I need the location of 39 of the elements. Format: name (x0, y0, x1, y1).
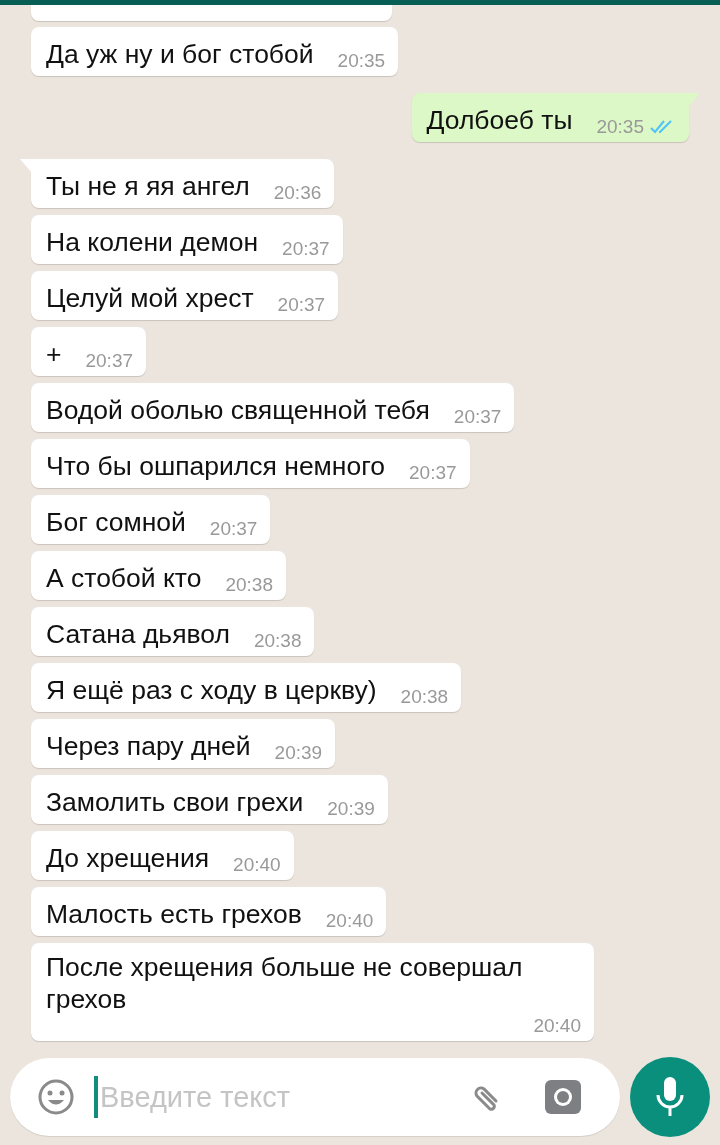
message-time: 20:38 (253, 630, 302, 652)
message-text: Малость есть грехов (46, 898, 302, 930)
message-text: Ты не я яя ангел (46, 170, 250, 202)
message-input[interactable]: Введите текст (10, 1058, 620, 1136)
message-time: 20:39 (274, 742, 323, 764)
message-text: Да уж ну и бог стобой (46, 38, 314, 70)
message-time: 20:38 (225, 574, 273, 596)
message-time: 20:37 (409, 462, 457, 484)
message-time: 20:40 (233, 854, 281, 876)
message-text: А стобой кто (46, 562, 202, 594)
message-time: 20:38 (400, 686, 449, 708)
message-time: 20:40 (533, 1015, 581, 1037)
message-time: 20:37 (85, 350, 134, 372)
message-time: 20:37 (453, 406, 502, 428)
message-text: Что бы ошпарился немного (46, 450, 386, 482)
message-text: Водой оболью священной тебя (46, 394, 430, 426)
message-time: 20:36 (273, 182, 322, 204)
message-text: Бог сомной (46, 506, 186, 538)
message-text: После хрещения больше не совершал грехов (46, 951, 524, 1015)
message-time: 20:35 (596, 116, 644, 138)
message-text: Я ещё раз с ходу в церкву) (46, 674, 377, 706)
message-text: До хрещения (46, 842, 210, 874)
message-text: Через пару дней (46, 730, 251, 762)
message-time: 20:39 (327, 798, 375, 820)
message-text: + (46, 338, 62, 370)
message-time: 20:37 (282, 238, 330, 260)
message-text: Замолить свои грехи (46, 786, 304, 818)
camera-icon[interactable] (544, 1079, 582, 1115)
input-placeholder: Введите текст (100, 1080, 292, 1114)
emoji-icon[interactable] (36, 1077, 76, 1117)
message-time: 20:37 (209, 518, 258, 540)
message-text: Сатана дьявол (46, 618, 230, 650)
microphone-icon (655, 1075, 685, 1119)
message-time: 20:37 (277, 294, 326, 316)
message-text: Долбоеб ты (426, 104, 573, 136)
message-time: 20:35 (337, 50, 386, 72)
message-time: 20:40 (325, 910, 374, 932)
message-text: Целуй мой хрест (46, 282, 254, 314)
message-text: На колени демон (46, 226, 259, 258)
